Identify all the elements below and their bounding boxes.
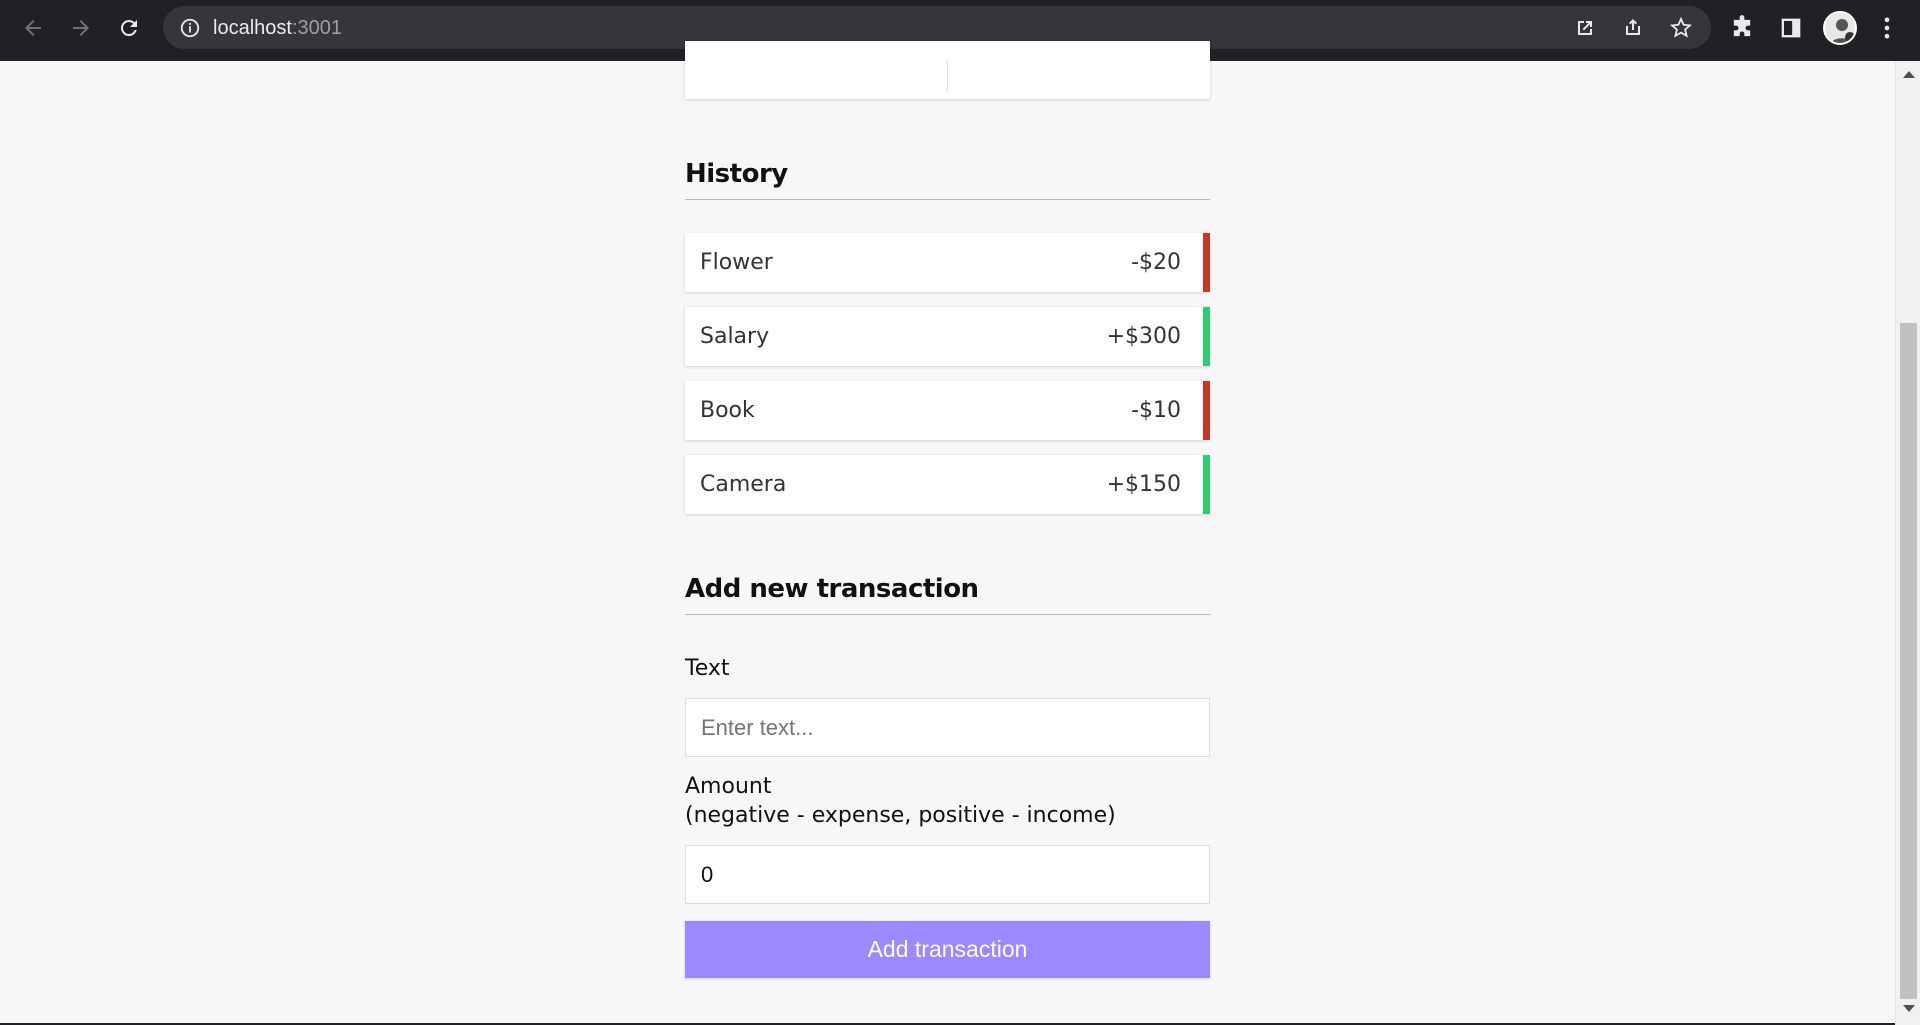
scroll-down-arrow-icon[interactable] (1903, 1005, 1915, 1012)
url-text: localhost:3001 (213, 17, 342, 40)
transaction-amount: +$300 (1106, 324, 1181, 349)
transaction-text: Flower (700, 250, 773, 275)
card-divider (947, 61, 948, 91)
transaction-list: Flower -$20 Salary +$300 Book -$10 Camer… (685, 233, 1210, 529)
transaction-amount: -$10 (1131, 398, 1181, 423)
side-panel-icon[interactable] (1777, 14, 1805, 42)
open-in-new-icon[interactable] (1573, 16, 1597, 40)
scroll-up-arrow-icon[interactable] (1903, 71, 1915, 78)
amount-label-hint: (negative - expense, positive - income) (685, 803, 1116, 828)
url-host: localhost (213, 17, 292, 39)
forward-arrow-icon (73, 20, 89, 36)
transaction-text: Camera (700, 472, 787, 497)
back-button[interactable] (15, 10, 51, 46)
profile-avatar[interactable] (1823, 11, 1857, 45)
reload-button[interactable] (111, 10, 147, 46)
forward-button[interactable] (63, 10, 99, 46)
url-port: :3001 (291, 17, 342, 39)
transaction-item[interactable]: Camera +$150 (685, 455, 1210, 514)
text-input[interactable]: Enter text... (685, 698, 1210, 757)
transaction-amount: +$150 (1106, 472, 1181, 497)
transaction-item[interactable]: Flower -$20 (685, 233, 1210, 292)
add-transaction-button[interactable]: Add transaction (685, 921, 1210, 978)
amount-input[interactable]: 0 (685, 845, 1210, 904)
text-field-label: Text (685, 656, 730, 681)
income-expense-card (685, 41, 1210, 99)
chrome-menu-icon[interactable] (1873, 14, 1901, 42)
share-icon[interactable] (1621, 16, 1645, 40)
add-transaction-heading: Add new transaction (685, 574, 1210, 615)
back-arrow-icon (25, 20, 41, 36)
extensions-puzzle-icon[interactable] (1728, 14, 1756, 42)
scrollbar-thumb[interactable] (1900, 323, 1917, 999)
avatar-image-icon (1831, 19, 1855, 43)
reload-icon (120, 20, 137, 37)
transaction-amount: -$20 (1131, 250, 1181, 275)
bookmark-star-icon[interactable] (1669, 16, 1693, 40)
amount-label-title: Amount (685, 774, 772, 799)
transaction-item[interactable]: Book -$10 (685, 381, 1210, 440)
history-heading: History (685, 159, 1210, 200)
amount-field-label: Amount (negative - expense, positive - i… (685, 772, 1116, 830)
transaction-text: Salary (700, 324, 770, 349)
transaction-text: Book (700, 398, 755, 423)
site-info-icon[interactable] (179, 17, 201, 39)
transaction-item[interactable]: Salary +$300 (685, 307, 1210, 366)
page-scrollbar[interactable] (1895, 61, 1920, 1025)
